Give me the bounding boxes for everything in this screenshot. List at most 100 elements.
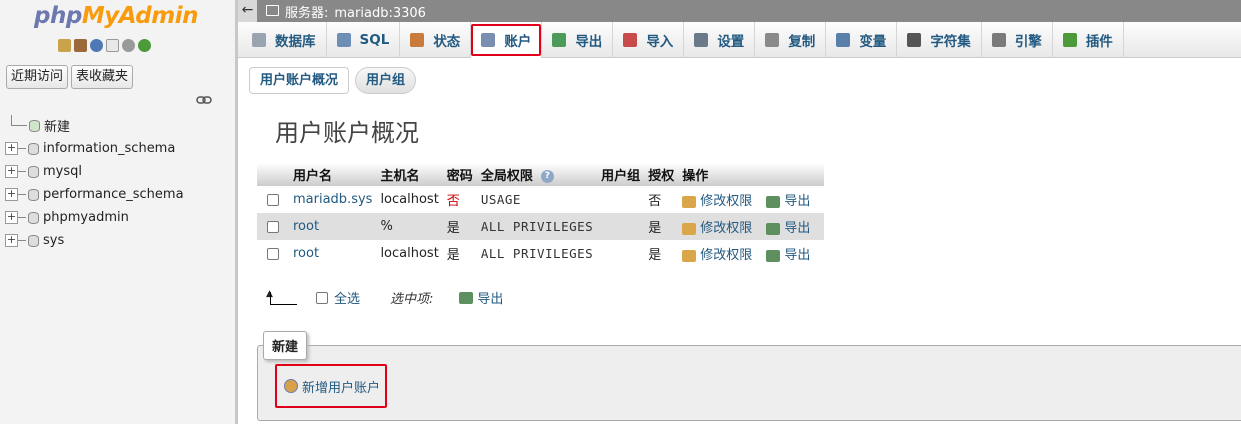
check-all-label[interactable]: 全选 [334,288,360,307]
tree-item-new[interactable]: 新建 [0,114,184,137]
export-link[interactable]: 导出 [784,221,810,236]
import-icon [623,33,638,47]
tab-settings[interactable]: 设置 [684,22,756,58]
tab-plugins[interactable]: 插件 [1053,22,1124,58]
tab-import[interactable]: 导入 [613,22,685,58]
header-username[interactable]: 用户名 [289,163,377,186]
privileges-cell: USAGE [476,186,598,213]
export-icon [766,249,781,262]
table-row: root localhost 是 ALL PRIVILEGES 是 修改权限 导… [257,240,825,267]
home-icon[interactable] [58,39,71,52]
tab-sql[interactable]: SQL [327,22,401,58]
add-user-account-link[interactable]: 新增用户账户 [275,364,387,408]
database-tree: 新建 + information_schema + mysql + perfor… [0,114,184,252]
new-user-fieldset [257,345,1241,421]
expand-icon[interactable]: + [5,234,18,247]
help-icon[interactable] [90,39,103,52]
expand-icon[interactable]: + [5,211,18,224]
export-link[interactable]: 导出 [784,194,810,209]
expand-icon[interactable]: + [5,142,18,155]
export-link[interactable]: 导出 [784,248,810,263]
header-grant[interactable]: 授权 [644,163,679,186]
header-hostname[interactable]: 主机名 [376,163,443,186]
username-cell[interactable]: root [289,213,377,240]
database-icon [28,142,39,155]
subtab-user-groups[interactable]: 用户组 [355,67,417,94]
grant-cell: 是 [644,240,679,267]
privileges-cell: ALL PRIVILEGES [476,213,598,240]
wrench-icon [694,33,709,47]
edit-privileges-icon [682,249,697,262]
tab-engines[interactable]: 引擎 [982,22,1053,58]
reload-icon[interactable] [138,39,151,52]
settings-icon[interactable] [122,39,135,52]
username-cell[interactable]: mariadb.sys [289,186,377,213]
variables-icon [836,33,851,47]
export-selected-link[interactable]: 导出 [477,288,503,307]
export-icon [459,291,474,304]
password-cell: 是 [442,240,477,267]
server-breadcrumb: ← 服务器: mariadb:3306 [238,0,1241,22]
header-password[interactable]: 密码 [442,163,477,186]
username-cell[interactable]: root [289,240,377,267]
page-title: 用户账户概况 [275,119,419,147]
password-cell: 否 [442,186,477,213]
tab-status[interactable]: 状态 [400,22,472,58]
tree-item-information-schema[interactable]: + information_schema [0,137,184,160]
recent-button[interactable]: 近期访问 [6,65,69,89]
link-icon[interactable] [196,95,212,105]
user-group-cell [597,240,645,267]
database-icon [28,165,39,178]
plugin-icon [1062,33,1077,47]
header-global-privileges[interactable]: 全局权限? [476,163,598,186]
header-checkbox-col [257,163,289,186]
expand-icon[interactable]: + [5,188,18,201]
tree-item-mysql[interactable]: + mysql [0,160,184,183]
help-icon[interactable]: ? [540,170,554,183]
replication-icon [765,33,780,47]
sub-tabs: 用户账户概况 用户组 [249,67,417,94]
database-icon [28,234,39,247]
edit-privileges-link[interactable]: 修改权限 [700,248,752,263]
header-user-group[interactable]: 用户组 [597,163,645,186]
header-actions[interactable]: 操作 [678,163,825,186]
row-checkbox[interactable] [267,247,279,260]
panel-splitter[interactable] [235,0,238,424]
tab-replication[interactable]: 复制 [755,22,827,58]
tab-accounts[interactable]: 账户 [471,22,543,58]
charset-icon [907,33,922,47]
database-icon [28,211,39,224]
privileges-cell: ALL PRIVILEGES [476,240,598,267]
accounts-icon [481,33,496,47]
tab-charset[interactable]: 字符集 [897,22,982,58]
tab-databases[interactable]: 数据库 [242,22,327,58]
hostname-cell: localhost [376,186,443,213]
tree-item-performance-schema[interactable]: + performance_schema [0,183,184,206]
phpmyadmin-logo[interactable]: phpMyAdmin [34,3,198,29]
actions-cell: 修改权限 导出 [678,213,825,240]
favorites-button[interactable]: 表收藏夹 [71,65,134,89]
check-all-checkbox[interactable] [316,291,328,304]
sql-icon [336,33,351,47]
exit-icon[interactable] [74,39,87,52]
tree-item-phpmyadmin[interactable]: + phpmyadmin [0,206,184,229]
row-checkbox[interactable] [267,193,279,206]
collapse-arrow-icon[interactable]: ← [238,0,257,22]
add-user-icon [284,379,298,393]
tab-variables[interactable]: 变量 [826,22,898,58]
expand-icon[interactable]: + [5,165,18,178]
docs-icon[interactable] [106,39,119,52]
server-link[interactable]: 服务器: mariadb:3306 [285,2,426,21]
user-accounts-table: 用户名 主机名 密码 全局权限? 用户组 授权 操作 mariadb.sys l… [257,163,825,267]
tab-export[interactable]: 导出 [542,22,614,58]
row-checkbox[interactable] [267,220,279,233]
new-legend: 新建 [263,331,308,360]
edit-privileges-link[interactable]: 修改权限 [700,221,752,236]
password-cell: 是 [442,213,477,240]
top-menu: 数据库 SQL 状态 账户 导出 导入 设置 复制 变量 字符集 引擎 插件 [238,22,1241,58]
subtab-user-overview[interactable]: 用户账户概况 [249,67,350,94]
hostname-cell: localhost [376,240,443,267]
arrow-up-icon: ▲ [266,289,298,307]
tree-item-sys[interactable]: + sys [0,229,184,252]
edit-privileges-link[interactable]: 修改权限 [700,194,752,209]
